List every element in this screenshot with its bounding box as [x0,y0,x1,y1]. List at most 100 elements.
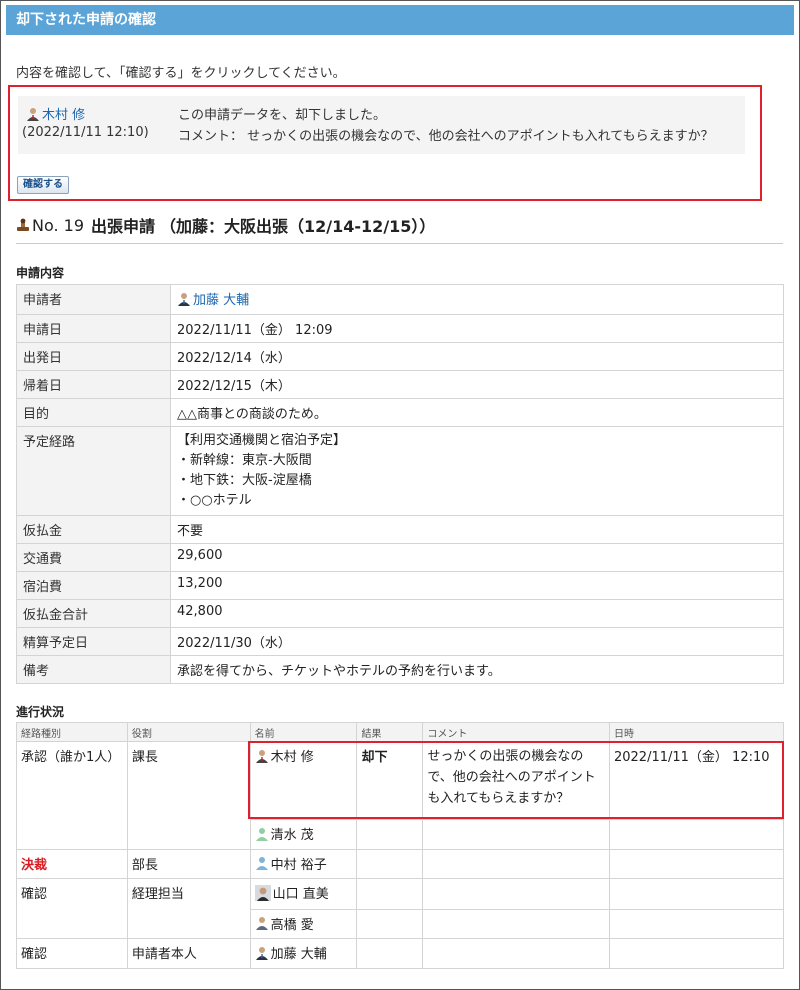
detail-label: 仮払金 [16,514,171,544]
column-header: コメント [422,722,610,742]
table-row: 出発日 2022/12/14（水） [16,341,784,371]
approver-user[interactable]: 加藤 大輔 [255,943,327,962]
approver-name[interactable]: 中村 裕子 [271,854,327,873]
user-icon [255,917,268,930]
table-row: 仮払金 不要 [16,514,784,544]
detail-value: 2022/11/30（水） [170,626,784,656]
instruction-text: 内容を確認して、「確認する」をクリックしてください。 [16,66,346,81]
approver-user[interactable]: 中村 裕子 [255,854,327,873]
approver-user[interactable]: 清水 茂 [255,824,314,843]
approver: 高橋 愛 [249,908,358,939]
application-type: 出張申請 [91,217,156,236]
user-icon [255,857,268,870]
application-number: No. 19 [32,215,85,235]
comment-cell [422,848,610,879]
route-line: ・○○ホテル [177,492,252,508]
detail-label: 申請者 [16,284,171,315]
table-row: 宿泊費 13,200 [16,570,784,600]
table-row: 確認 申請者本人 加藤 大輔 [16,938,785,969]
detail-value: 42,800 [170,598,784,628]
column-header: 名前 [249,722,358,742]
role: 課長 [126,741,251,820]
column-header: 役割 [126,722,251,742]
result-badge [356,848,424,879]
table-row: 高橋 愛 [16,908,785,939]
result-badge [356,819,424,850]
approver-name[interactable]: 山口 直美 [273,883,329,902]
comment-cell [422,819,610,850]
approver: 清水 茂 [249,819,358,850]
role: 部長 [126,848,251,879]
table-row: 確認 経理担当 山口 直美 [16,878,785,910]
photo-avatar-icon [254,884,271,901]
table-row: 清水 茂 [16,819,785,850]
column-header: 結果 [356,722,424,742]
approver-user[interactable]: 高橋 愛 [255,914,314,933]
detail-label: 申請日 [16,313,171,343]
table-row: 予定経路 【利用交通機関と宿泊予定】 ・新幹線：東京-大阪間 ・地下鉄：大阪-淀… [16,425,784,516]
route-line: ・新幹線：東京-大阪間 [177,452,312,468]
route-line: ・地下鉄：大阪-淀屋橋 [177,472,312,488]
detail-label: 帰着日 [16,369,171,399]
table-row: 備考 承認を得てから、チケットやホテルの予約を行います。 [16,654,784,684]
route-type [16,819,128,850]
details-table: 申請者 加藤 大輔 申請日 2022/11/11（金） 12:09 出発日 20… [16,284,784,684]
approver-name[interactable]: 加藤 大輔 [271,943,327,962]
detail-value-route: 【利用交通機関と宿泊予定】 ・新幹線：東京-大阪間 ・地下鉄：大阪-淀屋橋 ・○… [170,425,784,516]
approver: 加藤 大輔 [249,938,358,969]
window-title: 却下された申請の確認 [6,5,794,35]
approver-name[interactable]: 高橋 愛 [271,914,314,933]
comment-cell [422,878,610,910]
detail-label: 予定経路 [16,425,171,516]
approval-stamp: 決裁 [21,857,48,873]
approver-name[interactable]: 清水 茂 [271,824,314,843]
detail-value: 29,600 [170,542,784,572]
detail-value: 不要 [170,514,784,544]
application-title: No. 19 出張申請 （加藤：大阪出張（12/14-12/15）） [16,213,435,237]
detail-label: 目的 [16,397,171,427]
applicant-user[interactable]: 加藤 大輔 [177,289,249,308]
table-row: 決裁 部長 中村 裕子 [16,848,785,879]
detail-value: 承認を得てから、チケットやホテルの予約を行います。 [170,654,784,684]
applicant-name[interactable]: 加藤 大輔 [193,289,249,308]
table-row: 申請日 2022/11/11（金） 12:09 [16,313,784,343]
approver-user[interactable]: 山口 直美 [254,883,329,902]
table-row: 仮払金合計 42,800 [16,598,784,628]
detail-label: 備考 [16,654,171,684]
route-type-cell: 決裁 [16,848,128,879]
details-section-title: 申請内容 [16,266,65,280]
detail-value: △△商事との商談のため。 [170,397,784,427]
route-type: 確認 [16,938,128,969]
column-header: 経路種別 [16,722,128,742]
result-badge [356,878,424,910]
application-subject: （加藤：大阪出張（12/14-12/15）） [160,217,436,236]
route-type [16,909,128,939]
table-row: 帰着日 2022/12/15（木） [16,369,784,399]
highlight-box-rejection [248,741,784,819]
table-row: 精算予定日 2022/11/30（水） [16,626,784,656]
route-line: 【利用交通機関と宿泊予定】 [177,432,347,448]
role: 申請者本人 [126,938,251,969]
column-header: 日時 [608,722,785,742]
route-type: 承認（誰か1人） [16,741,128,820]
datetime-cell [608,819,785,850]
detail-label: 精算予定日 [16,626,171,656]
progress-section-title: 進行状況 [16,705,65,719]
detail-value-applicant: 加藤 大輔 [170,284,784,315]
detail-value: 13,200 [170,570,784,600]
role [126,819,251,850]
detail-label: 出発日 [16,341,171,371]
table-row: 交通費 29,600 [16,542,784,572]
detail-value: 2022/12/15（木） [170,369,784,399]
datetime-cell [608,938,785,969]
stamp-icon [17,218,29,231]
role [126,909,251,939]
detail-label: 交通費 [16,542,171,572]
table-header-row: 経路種別 役割 名前 結果 コメント 日時 [16,722,785,742]
divider [16,243,783,244]
datetime-cell [608,908,785,939]
detail-label: 宿泊費 [16,570,171,600]
result-badge [356,908,424,939]
approver: 山口 直美 [249,878,358,910]
user-icon [255,827,268,841]
